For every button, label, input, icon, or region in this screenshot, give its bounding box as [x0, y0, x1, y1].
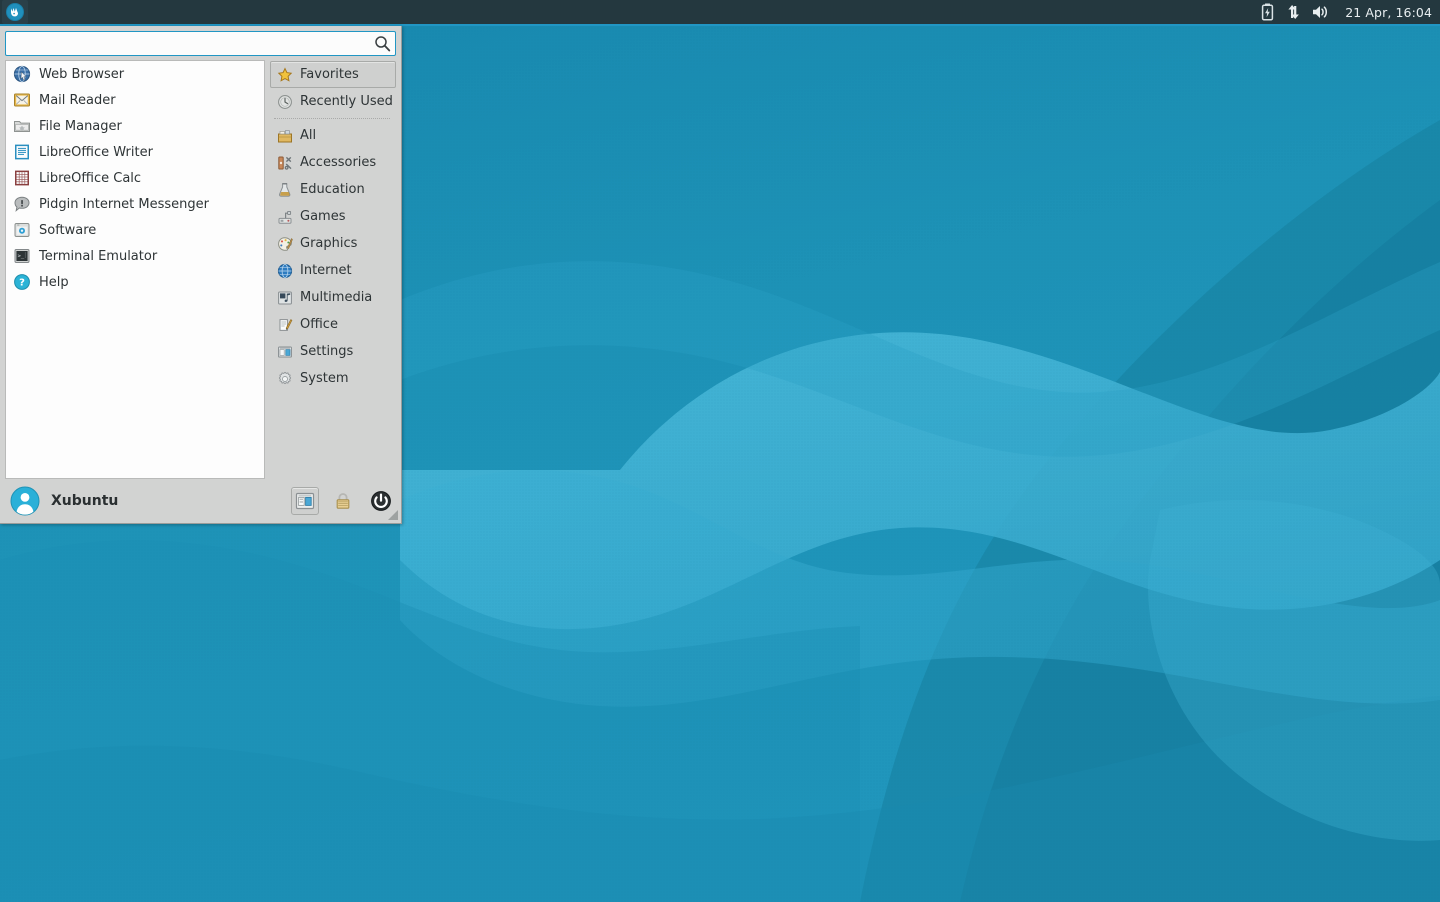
battery-charging-icon[interactable]	[1258, 2, 1276, 22]
education-icon	[277, 182, 293, 198]
whisker-menu: Web Browser Mail Reader File Manager Lib…	[0, 26, 402, 524]
search-box[interactable]	[5, 31, 396, 56]
category-label: All	[300, 128, 317, 143]
category-all[interactable]: All	[270, 122, 396, 149]
category-settings[interactable]: Settings	[270, 338, 396, 365]
games-icon	[277, 209, 293, 225]
category-label: Accessories	[300, 155, 377, 170]
fav-item-label: Terminal Emulator	[39, 248, 158, 264]
category-favorites[interactable]: Favorites	[270, 61, 396, 88]
category-label: Favorites	[300, 67, 359, 82]
category-label: Office	[300, 317, 338, 332]
fav-item-file-manager[interactable]: File Manager	[6, 113, 264, 139]
menu-footer: Xubuntu	[0, 479, 401, 523]
search-icon[interactable]	[369, 32, 395, 55]
lock-screen-button[interactable]	[329, 487, 357, 515]
system-gear-icon	[277, 371, 293, 387]
category-label: Recently Used	[300, 94, 393, 109]
fav-item-help[interactable]: ? Help	[6, 269, 264, 295]
desktop: 21 Apr, 16:04 Web Browser Mail Reader Fi…	[0, 0, 1440, 902]
fav-item-software[interactable]: Software	[6, 217, 264, 243]
web-browser-icon	[13, 65, 31, 83]
all-applications-icon	[277, 128, 293, 144]
graphics-icon	[277, 236, 293, 252]
system-tray: 21 Apr, 16:04	[1258, 0, 1440, 24]
fav-item-web-browser[interactable]: Web Browser	[6, 61, 264, 87]
fav-item-pidgin[interactable]: Pidgin Internet Messenger	[6, 191, 264, 217]
settings-manager-icon	[295, 491, 315, 511]
internet-globe-icon	[277, 263, 293, 279]
category-games[interactable]: Games	[270, 203, 396, 230]
padlock-icon	[333, 491, 353, 511]
search-input[interactable]	[6, 33, 369, 54]
category-label: System	[300, 371, 349, 386]
office-icon	[277, 317, 293, 333]
software-icon	[13, 221, 31, 239]
fav-item-label: File Manager	[39, 118, 122, 134]
category-graphics[interactable]: Graphics	[270, 230, 396, 257]
fav-item-label: LibreOffice Calc	[39, 170, 142, 186]
network-updown-icon[interactable]	[1285, 2, 1303, 22]
category-office[interactable]: Office	[270, 311, 396, 338]
category-system[interactable]: System	[270, 365, 396, 392]
multimedia-icon	[277, 290, 293, 306]
category-education[interactable]: Education	[270, 176, 396, 203]
username-label: Xubuntu	[51, 493, 119, 509]
settings-manager-button[interactable]	[291, 487, 319, 515]
category-list: Favorites Recently Used All Accessories …	[270, 60, 396, 479]
menu-body: Web Browser Mail Reader File Manager Lib…	[0, 60, 401, 479]
fav-item-label: Mail Reader	[39, 92, 116, 108]
favorites-list: Web Browser Mail Reader File Manager Lib…	[5, 60, 265, 479]
category-label: Games	[300, 209, 346, 224]
fav-item-label: Pidgin Internet Messenger	[39, 196, 209, 212]
category-label: Multimedia	[300, 290, 373, 305]
fav-item-libreoffice-writer[interactable]: LibreOffice Writer	[6, 139, 264, 165]
category-label: Graphics	[300, 236, 358, 251]
category-multimedia[interactable]: Multimedia	[270, 284, 396, 311]
star-icon	[277, 66, 293, 83]
terminal-icon: >_	[13, 247, 31, 265]
user-avatar-icon	[10, 486, 40, 516]
category-label: Settings	[300, 344, 354, 359]
fav-item-libreoffice-calc[interactable]: LibreOffice Calc	[6, 165, 264, 191]
svg-text:>_: >_	[18, 253, 25, 259]
top-panel: 21 Apr, 16:04	[0, 0, 1440, 26]
category-label: Internet	[300, 263, 352, 278]
clock[interactable]: 21 Apr, 16:04	[1345, 5, 1432, 20]
fav-item-label: Help	[39, 274, 69, 290]
fav-item-label: LibreOffice Writer	[39, 144, 153, 160]
libreoffice-writer-icon	[13, 143, 31, 161]
category-internet[interactable]: Internet	[270, 257, 396, 284]
help-icon: ?	[13, 273, 31, 291]
category-label: Education	[300, 182, 365, 197]
xubuntu-mouse-logo-icon	[5, 2, 25, 22]
category-accessories[interactable]: Accessories	[270, 149, 396, 176]
pidgin-icon	[13, 195, 31, 213]
mail-reader-icon	[13, 91, 31, 109]
category-recently-used[interactable]: Recently Used	[270, 88, 396, 115]
search-row	[0, 26, 401, 60]
file-manager-icon	[13, 117, 31, 135]
accessories-icon	[277, 155, 293, 171]
volume-icon[interactable]	[1312, 2, 1330, 22]
fav-item-label: Software	[39, 222, 97, 238]
user-block[interactable]: Xubuntu	[10, 486, 281, 516]
applications-menu-button[interactable]	[2, 0, 28, 24]
libreoffice-calc-icon	[13, 169, 31, 187]
resize-grip[interactable]	[387, 509, 399, 521]
fav-item-terminal[interactable]: >_ Terminal Emulator	[6, 243, 264, 269]
fav-item-mail-reader[interactable]: Mail Reader	[6, 87, 264, 113]
clock-icon	[277, 94, 293, 110]
svg-text:?: ?	[19, 278, 25, 289]
settings-icon	[277, 344, 293, 360]
fav-item-label: Web Browser	[39, 66, 125, 82]
category-separator	[274, 118, 390, 119]
